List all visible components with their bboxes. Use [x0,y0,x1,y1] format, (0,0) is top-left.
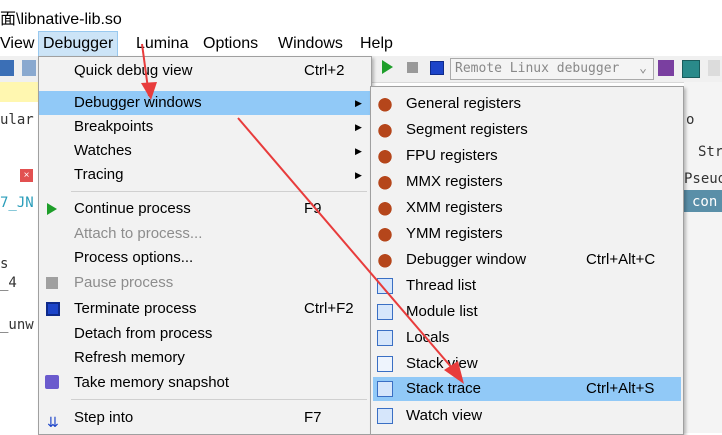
annotation-arrowhead [444,361,464,384]
annotation-arrow-line [237,117,459,376]
annotation-arrowhead [141,82,157,100]
annotation-arrows [141,43,464,384]
